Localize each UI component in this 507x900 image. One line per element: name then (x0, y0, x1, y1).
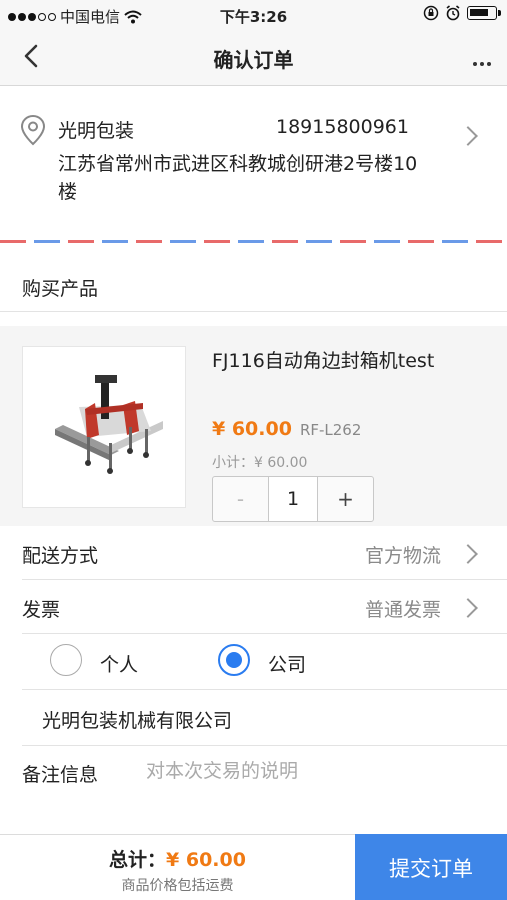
product-price: ¥ 60.00 (212, 418, 292, 440)
product-card: FJ116自动角边封箱机test ¥ 60.00 RF-L262 小计：¥ 60… (0, 326, 507, 526)
alarm-icon (446, 5, 460, 21)
order-footer: 总计：¥ 60.00 商品价格包括运费 提交订单 (0, 834, 507, 900)
chevron-right-icon (458, 598, 478, 618)
delivery-value: 官方物流 (364, 545, 441, 567)
location-pin-icon (20, 114, 46, 146)
products-section-header: 购买产品 (0, 258, 507, 312)
invoice-row[interactable]: 发票 普通发票 (0, 580, 507, 634)
notes-input[interactable] (146, 760, 476, 782)
quantity-value[interactable]: 1 (268, 477, 318, 521)
invoice-personal-radio[interactable] (50, 644, 82, 676)
status-bar: 中国电信 下午3:26 (0, 0, 507, 30)
total-amount: ¥ 60.00 (166, 849, 246, 871)
invoice-personal-label[interactable]: 个人 (100, 650, 138, 677)
shipping-note: 商品价格包括运费 (121, 878, 234, 894)
machine-illustration (55, 375, 163, 474)
back-button[interactable] (14, 38, 50, 74)
product-subtotal: 小计：¥ 60.00 (212, 455, 308, 471)
invoice-label: 发票 (22, 599, 61, 621)
product-sku: RF-L262 (299, 421, 362, 439)
battery-level-fill (470, 9, 489, 16)
shipping-address[interactable]: 光明包装 18915800961 江苏省常州市武进区科教城创研港2号楼10楼 (0, 86, 507, 242)
quantity-stepper: - 1 + (212, 476, 374, 522)
product-price-row: ¥ 60.00 RF-L262 (212, 418, 361, 440)
order-notes-row: 备注信息 (0, 746, 507, 800)
status-right (423, 5, 501, 21)
decrease-quantity-button[interactable]: - (213, 477, 268, 521)
notes-label: 备注信息 (22, 764, 99, 786)
order-total: 总计：¥ 60.00 (0, 845, 355, 872)
product-image[interactable] (22, 346, 186, 508)
more-dots-icon (473, 62, 477, 66)
section-title: 购买产品 (22, 278, 99, 300)
invoice-company-radio[interactable] (218, 644, 250, 676)
delivery-label: 配送方式 (22, 545, 99, 567)
address-divider-stripe (0, 240, 507, 243)
invoice-company-label[interactable]: 公司 (268, 650, 306, 677)
battery-icon (467, 6, 501, 20)
page-title: 确认订单 (213, 48, 294, 72)
invoice-company-name-row[interactable]: 光明包装机械有限公司 (0, 690, 507, 746)
increase-quantity-button[interactable]: + (318, 477, 373, 521)
more-button[interactable] (467, 40, 497, 76)
delivery-method-row[interactable]: 配送方式 官方物流 (0, 526, 507, 580)
invoice-value: 普通发票 (364, 599, 441, 621)
total-label: 总计： (109, 849, 167, 871)
chevron-left-icon (24, 44, 38, 68)
invoice-type-row: 个人 公司 (0, 634, 507, 690)
rotation-lock-icon (423, 5, 439, 21)
recipient-phone: 18915800961 (276, 116, 409, 138)
chevron-right-icon (458, 126, 478, 146)
address-detail: 江苏省常州市武进区科教城创研港2号楼10楼 (58, 153, 418, 203)
product-name[interactable]: FJ116自动角边封箱机test (212, 346, 472, 376)
chevron-right-icon (458, 544, 478, 564)
recipient-name: 光明包装 (58, 120, 135, 142)
invoice-company-name: 光明包装机械有限公司 (42, 710, 233, 732)
submit-order-button[interactable]: 提交订单 (355, 834, 507, 900)
nav-bar: 确认订单 (0, 30, 507, 86)
